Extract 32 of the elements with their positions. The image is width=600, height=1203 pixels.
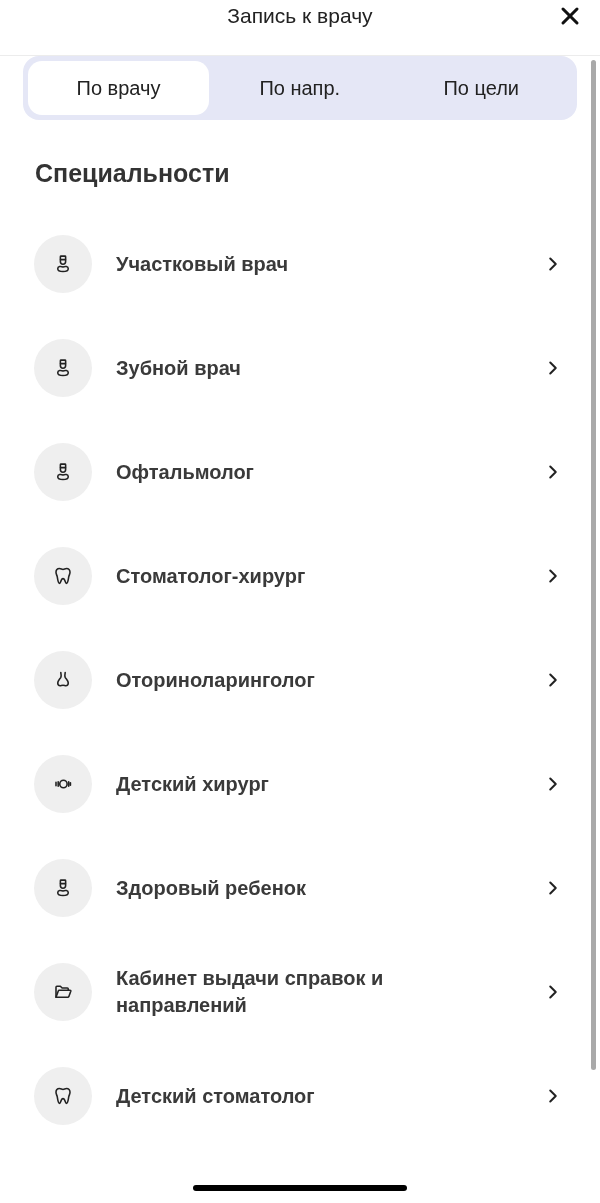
ring-icon xyxy=(34,755,92,813)
window-title: Запись к врачу xyxy=(227,3,373,28)
specialty-label: Кабинет выдачи справок и направлений xyxy=(116,966,385,1018)
doctor-icon xyxy=(34,339,92,397)
doctor-icon xyxy=(34,443,92,501)
specialty-label: Здоровый ребенок xyxy=(116,875,307,901)
specialty-item[interactable]: Стоматолог-хирург xyxy=(0,524,600,628)
folder-icon xyxy=(34,963,92,1021)
specialty-label: Детский стоматолог xyxy=(116,1083,316,1109)
specialty-item[interactable]: Оториноларинголог xyxy=(0,628,600,732)
specialty-item[interactable]: Детский стоматолог xyxy=(0,1044,600,1148)
specialty-label: Участковый врач xyxy=(116,251,290,277)
specialty-item[interactable]: Зубной врач xyxy=(0,316,600,420)
specialty-item[interactable]: Кабинет выдачи справок и направлений xyxy=(0,940,600,1044)
specialty-label: Стоматолог-хирург xyxy=(116,563,307,589)
specialty-item[interactable]: Детский хирург xyxy=(0,732,600,836)
tab[interactable]: По напр. xyxy=(209,61,391,115)
doctor-icon xyxy=(34,859,92,917)
specialty-label: Детский хирург xyxy=(116,771,270,797)
tab[interactable]: По врачу xyxy=(28,61,209,115)
specialty-item[interactable]: Офтальмолог xyxy=(0,420,600,524)
tab[interactable]: По цели xyxy=(390,61,572,115)
tooth-icon xyxy=(34,547,92,605)
nose-icon xyxy=(34,651,92,709)
doctor-icon xyxy=(34,235,92,293)
specialty-label: Оториноларинголог xyxy=(116,667,316,693)
section-title: Специальности xyxy=(35,158,230,189)
specialty-label: Офтальмолог xyxy=(116,459,255,485)
tooth-icon xyxy=(34,1067,92,1125)
specialty-item[interactable]: Здоровый ребенок xyxy=(0,836,600,940)
specialty-label: Зубной врач xyxy=(116,355,242,381)
specialty-item[interactable]: Участковый врач xyxy=(0,212,600,316)
